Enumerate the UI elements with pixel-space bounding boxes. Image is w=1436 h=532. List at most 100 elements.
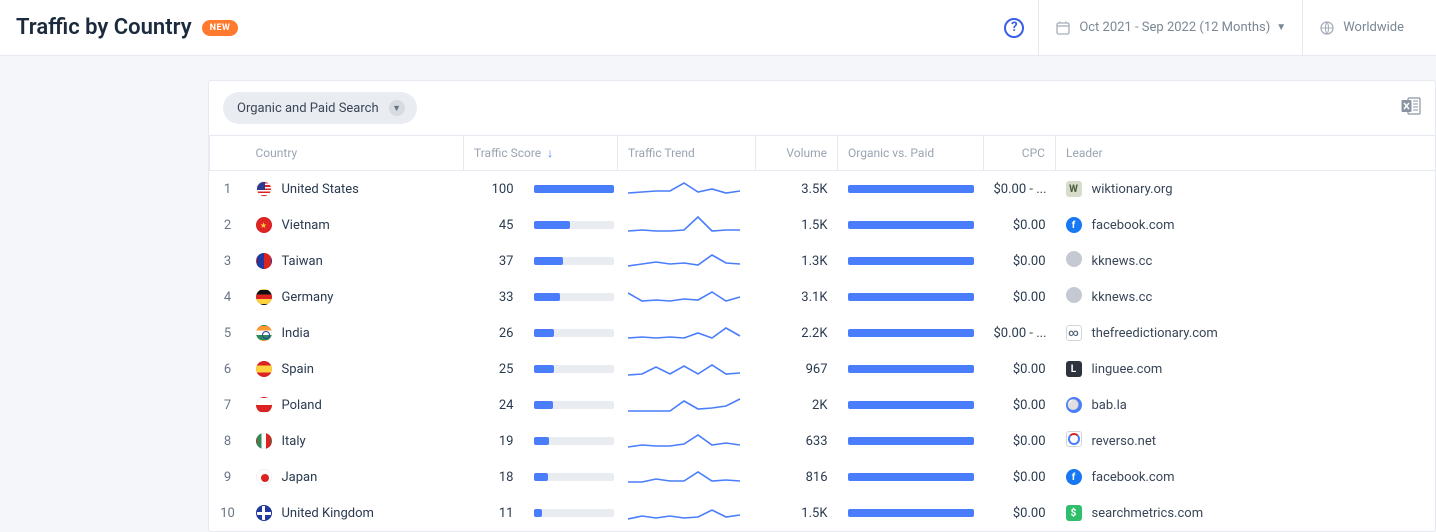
col-leader[interactable]: Leader [1056,136,1436,171]
traffic-score-value: 45 [464,207,524,243]
organic-vs-paid-bar [838,495,984,531]
traffic-trend-sparkline [618,207,756,243]
volume-value: 1.5K [756,495,838,531]
cpc-value: $0.00 [984,459,1056,495]
help-icon[interactable]: ? [1004,18,1024,38]
cpc-value: $0.00 [984,423,1056,459]
col-volume[interactable]: Volume [756,136,838,171]
scope-picker[interactable]: Worldwide [1302,0,1420,55]
organic-vs-paid-bar [838,315,984,351]
traffic-trend-sparkline [618,459,756,495]
flag-icon [256,397,272,413]
table-row[interactable]: 1 United States 100 3.5K $0.00 - ... W w… [210,171,1436,208]
cpc-value: $0.00 - ... [984,171,1056,208]
volume-value: 3.1K [756,279,838,315]
leader-domain[interactable]: kknews.cc [1082,243,1436,279]
country-cell: Vietnam [246,207,464,243]
volume-value: 1.5K [756,207,838,243]
traffic-score-bar [524,243,618,279]
rank-cell: 10 [210,495,246,531]
traffic-trend-sparkline [618,279,756,315]
col-traffic-trend[interactable]: Traffic Trend [618,136,756,171]
table-row[interactable]: 8 Italy 19 633 $0.00 reverso.net [210,423,1436,459]
leader-domain[interactable]: kknews.cc [1082,279,1436,315]
country-name: Japan [282,470,318,485]
table-row[interactable]: 5 India 26 2.2K $0.00 - ... ∞ thefreedic… [210,315,1436,351]
table-row[interactable]: 6 Spain 25 967 $0.00 L linguee.com [210,351,1436,387]
country-name: Italy [282,434,306,449]
country-cell: Germany [246,279,464,315]
traffic-score-bar [524,279,618,315]
organic-vs-paid-bar [838,207,984,243]
filter-label: Organic and Paid Search [237,101,379,116]
leader-domain[interactable]: thefreedictionary.com [1082,315,1436,351]
country-cell: Italy [246,423,464,459]
leader-domain[interactable]: linguee.com [1082,351,1436,387]
table-row[interactable]: 7 Poland 24 2K $0.00 ⚪ bab.la [210,387,1436,423]
flag-icon [256,289,272,305]
table-row[interactable]: 10 United Kingdom 11 1.5K $0.00 $ search… [210,495,1436,531]
search-type-filter[interactable]: Organic and Paid Search ▼ [223,92,417,124]
traffic-panel: Organic and Paid Search ▼ Country Traffi… [208,80,1436,532]
leader-favicon: $ [1056,495,1082,531]
organic-vs-paid-bar [838,279,984,315]
country-name: Spain [282,362,314,377]
cpc-value: $0.00 [984,495,1056,531]
country-cell: Poland [246,387,464,423]
cpc-value: $0.00 [984,279,1056,315]
flag-icon [256,361,272,377]
rank-cell: 7 [210,387,246,423]
calendar-icon [1055,20,1071,36]
date-range-label: Oct 2021 - Sep 2022 (12 Months) [1079,20,1270,35]
leader-domain[interactable]: wiktionary.org [1082,171,1436,208]
leader-favicon: W [1056,171,1082,208]
country-traffic-table: Country Traffic Score↓ Traffic Trend Vol… [209,135,1435,531]
col-rank [210,136,246,171]
rank-cell: 3 [210,243,246,279]
date-range-picker[interactable]: Oct 2021 - Sep 2022 (12 Months) ▼ [1038,0,1302,55]
col-country[interactable]: Country [246,136,464,171]
flag-icon [256,181,272,197]
cpc-value: $0.00 - ... [984,315,1056,351]
cpc-value: $0.00 [984,207,1056,243]
flag-icon [256,505,272,521]
leader-domain[interactable]: searchmetrics.com [1082,495,1436,531]
rank-cell: 9 [210,459,246,495]
leader-favicon [1056,423,1082,459]
leader-domain[interactable]: bab.la [1082,387,1436,423]
sort-arrow-down-icon: ↓ [547,146,553,160]
organic-vs-paid-bar [838,351,984,387]
traffic-trend-sparkline [618,351,756,387]
leader-favicon [1056,279,1082,315]
cpc-value: $0.00 [984,387,1056,423]
globe-icon [1319,20,1335,36]
export-excel-icon[interactable] [1401,97,1421,119]
country-cell: Japan [246,459,464,495]
organic-vs-paid-bar [838,171,984,208]
leader-favicon: f [1056,207,1082,243]
volume-value: 2.2K [756,315,838,351]
traffic-score-bar [524,315,618,351]
leader-favicon: ⚪ [1056,387,1082,423]
traffic-trend-sparkline [618,171,756,208]
traffic-score-value: 100 [464,171,524,208]
leader-domain[interactable]: facebook.com [1082,459,1436,495]
flag-icon [256,325,272,341]
flag-icon [256,433,272,449]
table-row[interactable]: 4 Germany 33 3.1K $0.00 kknews.cc [210,279,1436,315]
col-organic-vs-paid[interactable]: Organic vs. Paid [838,136,984,171]
col-traffic-score[interactable]: Traffic Score↓ [464,136,618,171]
country-name: Vietnam [282,218,330,233]
table-row[interactable]: 9 Japan 18 816 $0.00 f facebook.com [210,459,1436,495]
rank-cell: 1 [210,171,246,208]
table-row[interactable]: 3 Taiwan 37 1.3K $0.00 kknews.cc [210,243,1436,279]
rank-cell: 5 [210,315,246,351]
leader-domain[interactable]: facebook.com [1082,207,1436,243]
country-cell: India [246,315,464,351]
col-cpc[interactable]: CPC [984,136,1056,171]
organic-vs-paid-bar [838,459,984,495]
volume-value: 967 [756,351,838,387]
table-row[interactable]: 2 Vietnam 45 1.5K $0.00 f facebook.com [210,207,1436,243]
leader-domain[interactable]: reverso.net [1082,423,1436,459]
traffic-score-value: 25 [464,351,524,387]
